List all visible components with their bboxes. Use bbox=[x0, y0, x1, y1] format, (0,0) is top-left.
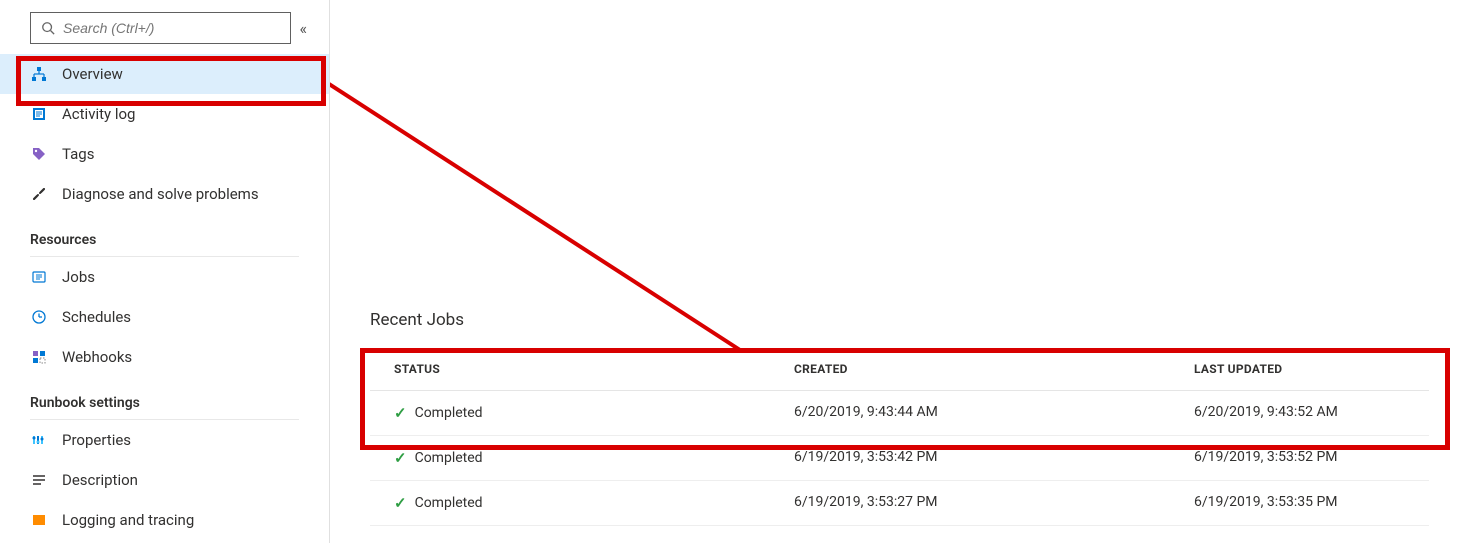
created-text: 6/20/2019, 9:43:44 AM bbox=[794, 404, 1194, 422]
nav-schedules[interactable]: Schedules bbox=[0, 297, 329, 337]
check-icon: ✓ bbox=[394, 494, 407, 512]
tag-icon bbox=[30, 145, 48, 163]
table-header: STATUS CREATED LAST UPDATED bbox=[370, 348, 1429, 391]
nav-label: Tags bbox=[62, 145, 94, 163]
search-box[interactable] bbox=[30, 12, 291, 44]
nav-label: Logging and tracing bbox=[62, 511, 194, 529]
nav-label: Jobs bbox=[62, 268, 95, 286]
collapse-sidebar-button[interactable]: « bbox=[299, 19, 307, 38]
table-row[interactable]: ✓ Completed 6/20/2019, 9:43:44 AM 6/20/20… bbox=[370, 391, 1429, 436]
main-content: Recent Jobs STATUS CREATED LAST UPDATED … bbox=[330, 0, 1469, 543]
recent-jobs-title: Recent Jobs bbox=[370, 310, 464, 330]
nav-label: Diagnose and solve problems bbox=[62, 185, 259, 203]
created-text: 6/19/2019, 3:53:27 PM bbox=[794, 494, 1194, 512]
table-row[interactable]: ✓ Completed 6/19/2019, 3:53:42 PM 6/19/20… bbox=[370, 436, 1429, 481]
table-row[interactable]: ✓ Completed 6/19/2019, 3:53:27 PM 6/19/20… bbox=[370, 481, 1429, 526]
col-header-created: CREATED bbox=[794, 362, 1194, 376]
updated-text: 6/19/2019, 3:53:35 PM bbox=[1194, 494, 1405, 512]
updated-text: 6/20/2019, 9:43:52 AM bbox=[1194, 404, 1405, 422]
properties-icon bbox=[30, 431, 48, 449]
created-text: 6/19/2019, 3:53:42 PM bbox=[794, 449, 1194, 467]
status-text: Completed bbox=[415, 405, 483, 421]
nav-diagnose[interactable]: Diagnose and solve problems bbox=[0, 174, 329, 214]
check-icon: ✓ bbox=[394, 449, 407, 467]
search-input[interactable] bbox=[63, 20, 280, 36]
recent-jobs-table: STATUS CREATED LAST UPDATED ✓ Completed 6… bbox=[370, 348, 1429, 526]
nav-tags[interactable]: Tags bbox=[0, 134, 329, 174]
col-header-updated: LAST UPDATED bbox=[1194, 362, 1405, 376]
nav-label: Webhooks bbox=[62, 348, 132, 366]
status-text: Completed bbox=[415, 495, 483, 511]
clock-icon bbox=[30, 308, 48, 326]
updated-text: 6/19/2019, 3:53:52 PM bbox=[1194, 449, 1405, 467]
sitemap-icon bbox=[30, 65, 48, 83]
section-resources: Resources bbox=[0, 214, 329, 256]
search-icon bbox=[41, 21, 55, 35]
nav-properties[interactable]: Properties bbox=[0, 420, 329, 460]
nav-label: Description bbox=[62, 471, 138, 489]
nav-label: Properties bbox=[62, 431, 131, 449]
nav-logging[interactable]: Logging and tracing bbox=[0, 500, 329, 540]
webhook-icon bbox=[30, 348, 48, 366]
logging-icon bbox=[30, 511, 48, 529]
nav-label: Schedules bbox=[62, 308, 131, 326]
nav-description[interactable]: Description bbox=[0, 460, 329, 500]
nav-activity-log[interactable]: Activity log bbox=[0, 94, 329, 134]
description-icon bbox=[30, 471, 48, 489]
jobs-icon bbox=[30, 268, 48, 286]
sidebar: « Overview Activity log Tags Diagnose an… bbox=[0, 0, 330, 543]
wrench-icon bbox=[30, 185, 48, 203]
check-icon: ✓ bbox=[394, 404, 407, 422]
nav-jobs[interactable]: Jobs bbox=[0, 257, 329, 297]
nav-label: Activity log bbox=[62, 105, 135, 123]
section-runbook-settings: Runbook settings bbox=[0, 377, 329, 419]
col-header-status: STATUS bbox=[394, 362, 794, 376]
nav-label: Overview bbox=[62, 65, 123, 83]
log-icon bbox=[30, 105, 48, 123]
status-text: Completed bbox=[415, 450, 483, 466]
nav-webhooks[interactable]: Webhooks bbox=[0, 337, 329, 377]
nav-overview[interactable]: Overview bbox=[0, 54, 329, 94]
